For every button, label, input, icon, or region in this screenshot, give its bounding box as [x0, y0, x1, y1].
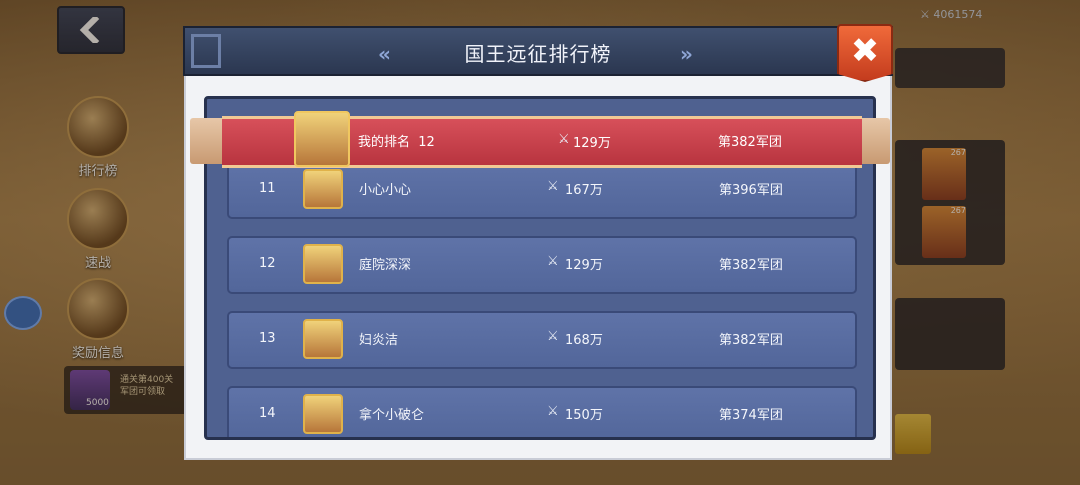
row-rank: 12: [259, 256, 276, 271]
swords-icon: ⚔: [547, 254, 559, 269]
row-name: 庭院深深: [359, 258, 412, 273]
my-rank-banner: 我的排名 12 ⚔ 129万 第382军团: [222, 111, 862, 168]
table-row[interactable]: 14 拿个小破仑 ⚔ 150万 第374军团: [227, 386, 857, 437]
table-row[interactable]: 12 庭院深深 ⚔ 129万 第382军团: [227, 236, 857, 294]
my-rank-power: 129万: [573, 136, 611, 151]
table-row[interactable]: 13 妇炎洁 ⚔ 168万 第382军团: [227, 311, 857, 369]
table-row[interactable]: 11 小心小心 ⚔ 167万 第396军团: [227, 161, 857, 219]
my-rank-text: 我的排名 12: [358, 131, 435, 150]
close-button[interactable]: ✖: [837, 24, 893, 82]
row-power: 129万: [565, 258, 603, 273]
my-rank-value: 12: [418, 135, 435, 150]
avatar: [303, 169, 343, 209]
row-power: 167万: [565, 183, 603, 198]
avatar: [303, 319, 343, 359]
avatar: [303, 244, 343, 284]
row-rank: 13: [259, 331, 276, 346]
close-icon: ✖: [850, 31, 880, 71]
swords-icon: ⚔: [558, 132, 570, 147]
dialog-title: 国王远征排行榜: [464, 42, 612, 66]
my-rank-label: 我的排名: [358, 135, 411, 150]
swords-icon: ⚔: [547, 404, 559, 419]
row-legion: 第374军团: [719, 408, 783, 423]
row-name: 拿个小破仑: [359, 408, 425, 423]
row-legion: 第396军团: [719, 183, 783, 198]
swords-icon: ⚔: [547, 179, 559, 194]
row-name: 小心小心: [359, 183, 412, 198]
row-power: 150万: [565, 408, 603, 423]
my-rank-legion: 第382军团: [718, 135, 782, 150]
dialog-header: « 国王远征排行榜 »: [183, 26, 893, 76]
swords-icon: ⚔: [547, 329, 559, 344]
row-power: 168万: [565, 333, 603, 348]
avatar: [303, 394, 343, 434]
row-rank: 11: [259, 181, 276, 196]
row-name: 妇炎洁: [359, 333, 399, 348]
double-chevron-right-icon: »: [680, 42, 693, 66]
row-rank: 14: [259, 406, 276, 421]
row-legion: 第382军团: [719, 258, 783, 273]
row-legion: 第382军团: [719, 333, 783, 348]
avatar: [294, 111, 350, 167]
